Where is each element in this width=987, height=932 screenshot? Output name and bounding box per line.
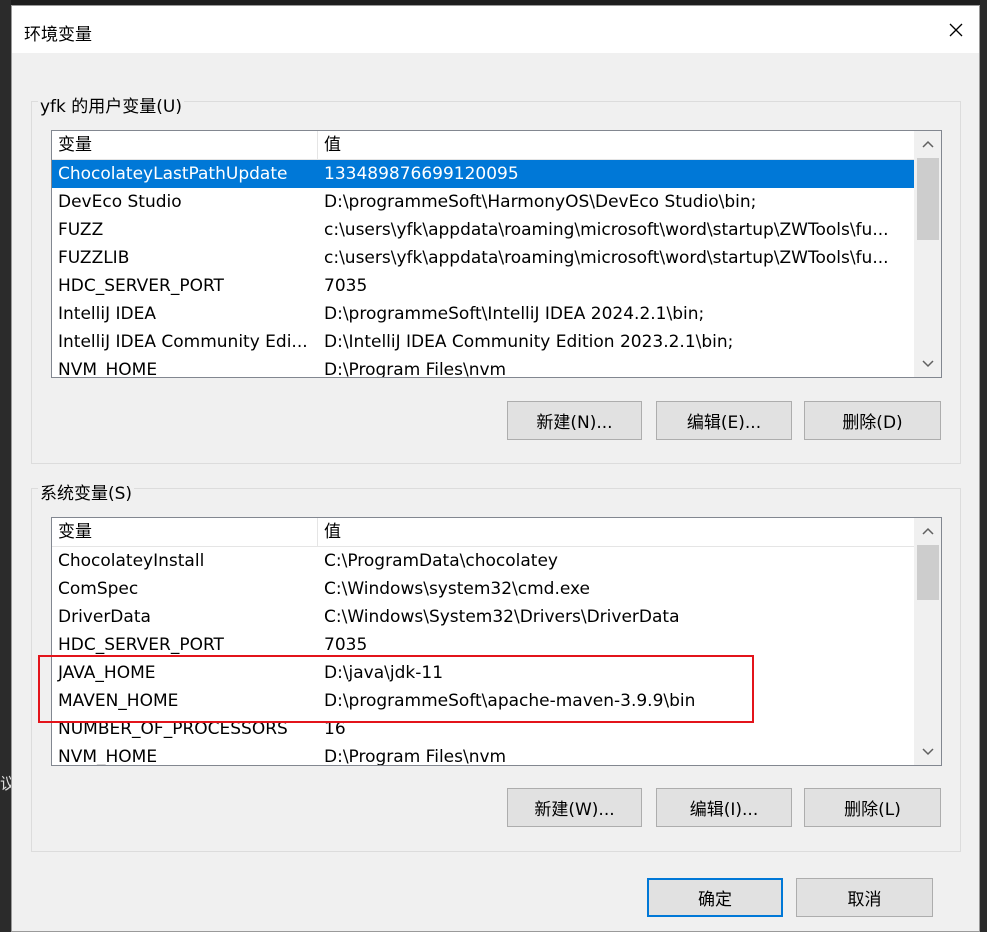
table-row[interactable]: IntelliJ IDEA D:\programmeSoft\IntelliJ I… bbox=[52, 300, 914, 328]
variable-name-cell: IntelliJ IDEA Community Edi... bbox=[58, 332, 308, 352]
column-header-variable[interactable]: 变量 bbox=[52, 131, 318, 159]
variable-name-cell: JAVA_HOME bbox=[58, 663, 156, 683]
column-header-value[interactable]: 值 bbox=[318, 131, 341, 159]
table-row[interactable]: ChocolateyLastPathUpdate 1334898766991200… bbox=[52, 160, 914, 188]
variable-name-cell: FUZZLIB bbox=[58, 248, 130, 268]
variable-value-cell: 7035 bbox=[324, 276, 368, 296]
scroll-down-button[interactable] bbox=[915, 351, 941, 377]
chevron-down-icon bbox=[922, 360, 934, 368]
user-variables-list[interactable]: 变量 值 ChocolateyLastPathUpdate 13348987669… bbox=[51, 130, 942, 378]
variable-name-cell: NVM_HOME bbox=[58, 360, 158, 378]
table-row[interactable]: ComSpec C:\Windows\system32\cmd.exe bbox=[52, 575, 914, 603]
table-row[interactable]: NVM_HOME D:\Program Files\nvm bbox=[52, 743, 914, 766]
close-icon bbox=[949, 23, 963, 36]
variable-name-cell: IntelliJ IDEA bbox=[58, 304, 156, 324]
table-row[interactable]: NUMBER_OF_PROCESSORS 16 bbox=[52, 715, 914, 743]
scroll-up-button[interactable] bbox=[915, 131, 941, 157]
variable-name-cell: ChocolateyInstall bbox=[58, 551, 205, 571]
variable-name-cell: HDC_SERVER_PORT bbox=[58, 276, 224, 296]
scroll-down-button[interactable] bbox=[915, 739, 941, 765]
table-row[interactable]: NVM_HOME D:\Program Files\nvm bbox=[52, 356, 914, 378]
system-variables-label: 系统变量(S) bbox=[38, 479, 135, 504]
variable-name-cell: NVM_HOME bbox=[58, 747, 158, 766]
title-bar: 环境变量 bbox=[12, 6, 979, 53]
variable-name-cell: ChocolateyLastPathUpdate bbox=[58, 164, 288, 184]
table-row[interactable]: HDC_SERVER_PORT 7035 bbox=[52, 272, 914, 300]
system-delete-button[interactable]: 删除(L) bbox=[804, 788, 941, 827]
scroll-thumb[interactable] bbox=[917, 545, 939, 600]
system-variables-list[interactable]: 变量 值 ChocolateyInstall C:\ProgramData\cho… bbox=[51, 517, 942, 766]
variable-value-cell: D:\programmeSoft\IntelliJ IDEA 2024.2.1\… bbox=[324, 304, 705, 324]
variable-value-cell: C:\Windows\System32\Drivers\DriverData bbox=[324, 607, 680, 627]
variable-name-cell: HDC_SERVER_PORT bbox=[58, 635, 224, 655]
table-row[interactable]: HDC_SERVER_PORT 7035 bbox=[52, 631, 914, 659]
variable-value-cell: 7035 bbox=[324, 635, 368, 655]
variable-value-cell: D:\IntelliJ IDEA Community Edition 2023.… bbox=[324, 332, 734, 352]
variable-name-cell: NUMBER_OF_PROCESSORS bbox=[58, 719, 288, 739]
table-row[interactable]: IntelliJ IDEA Community Edi... D:\Intelli… bbox=[52, 328, 914, 356]
variable-name-cell: ComSpec bbox=[58, 579, 139, 599]
variable-value-cell: C:\Windows\system32\cmd.exe bbox=[324, 579, 591, 599]
variable-value-cell: c:\users\yfk\appdata\roaming\microsoft\w… bbox=[324, 248, 889, 268]
user-variables-rows: ChocolateyLastPathUpdate 1334898766991200… bbox=[52, 160, 914, 378]
variable-value-cell: c:\users\yfk\appdata\roaming\microsoft\w… bbox=[324, 220, 889, 240]
table-row[interactable]: DevEco Studio D:\programmeSoft\HarmonyOS\… bbox=[52, 188, 914, 216]
user-new-button[interactable]: 新建(N)... bbox=[507, 401, 642, 440]
scroll-thumb[interactable] bbox=[917, 158, 939, 240]
variable-value-cell: D:\Program Files\nvm bbox=[324, 747, 507, 766]
scroll-up-button[interactable] bbox=[915, 518, 941, 544]
variable-value-cell: D:\Program Files\nvm bbox=[324, 360, 507, 378]
system-new-button[interactable]: 新建(W)... bbox=[507, 788, 642, 827]
close-button[interactable] bbox=[933, 6, 979, 53]
background-text: 议 bbox=[0, 774, 11, 793]
table-row[interactable]: FUZZ c:\users\yfk\appdata\roaming\microso… bbox=[52, 216, 914, 244]
table-row[interactable]: DriverData C:\Windows\System32\Drivers\Dr… bbox=[52, 603, 914, 631]
variable-value-cell: 133489876699120095 bbox=[324, 164, 519, 184]
variable-value-cell: D:\java\jdk-11 bbox=[324, 663, 444, 683]
system-list-scrollbar[interactable] bbox=[914, 518, 941, 765]
user-list-scrollbar[interactable] bbox=[914, 131, 941, 377]
chevron-up-icon bbox=[922, 140, 934, 148]
column-header-value[interactable]: 值 bbox=[318, 518, 341, 546]
variable-value-cell: D:\programmeSoft\apache-maven-3.9.9\bin bbox=[324, 691, 696, 711]
environment-variables-dialog: 环境变量 yfk 的用户变量(U) 变量 值 ChocolateyLastPat… bbox=[11, 5, 980, 932]
column-header-variable[interactable]: 变量 bbox=[52, 518, 318, 546]
variable-name-cell: FUZZ bbox=[58, 220, 104, 240]
chevron-down-icon bbox=[922, 748, 934, 756]
list-header: 变量 值 bbox=[52, 518, 914, 547]
user-variables-label: yfk 的用户变量(U) bbox=[38, 92, 185, 117]
cancel-button[interactable]: 取消 bbox=[796, 878, 933, 917]
variable-value-cell: 16 bbox=[324, 719, 346, 739]
user-delete-button[interactable]: 删除(D) bbox=[804, 401, 941, 440]
chevron-up-icon bbox=[922, 527, 934, 535]
variable-value-cell: D:\programmeSoft\HarmonyOS\DevEco Studio… bbox=[324, 192, 757, 212]
user-edit-button[interactable]: 编辑(E)... bbox=[656, 401, 792, 440]
ok-button[interactable]: 确定 bbox=[647, 878, 783, 917]
table-row[interactable]: FUZZLIB c:\users\yfk\appdata\roaming\micr… bbox=[52, 244, 914, 272]
table-row[interactable]: MAVEN_HOME D:\programmeSoft\apache-maven-… bbox=[52, 687, 914, 715]
variable-name-cell: MAVEN_HOME bbox=[58, 691, 179, 711]
background-app-right bbox=[980, 0, 987, 932]
system-variables-rows: ChocolateyInstall C:\ProgramData\chocolat… bbox=[52, 547, 914, 766]
dialog-title: 环境变量 bbox=[24, 25, 92, 45]
variable-value-cell: C:\ProgramData\chocolatey bbox=[324, 551, 558, 571]
list-header: 变量 值 bbox=[52, 131, 914, 160]
system-edit-button[interactable]: 编辑(I)... bbox=[656, 788, 792, 827]
table-row[interactable]: ChocolateyInstall C:\ProgramData\chocolat… bbox=[52, 547, 914, 575]
variable-name-cell: DriverData bbox=[58, 607, 151, 627]
table-row[interactable]: JAVA_HOME D:\java\jdk-11 bbox=[52, 659, 914, 687]
variable-name-cell: DevEco Studio bbox=[58, 192, 182, 212]
